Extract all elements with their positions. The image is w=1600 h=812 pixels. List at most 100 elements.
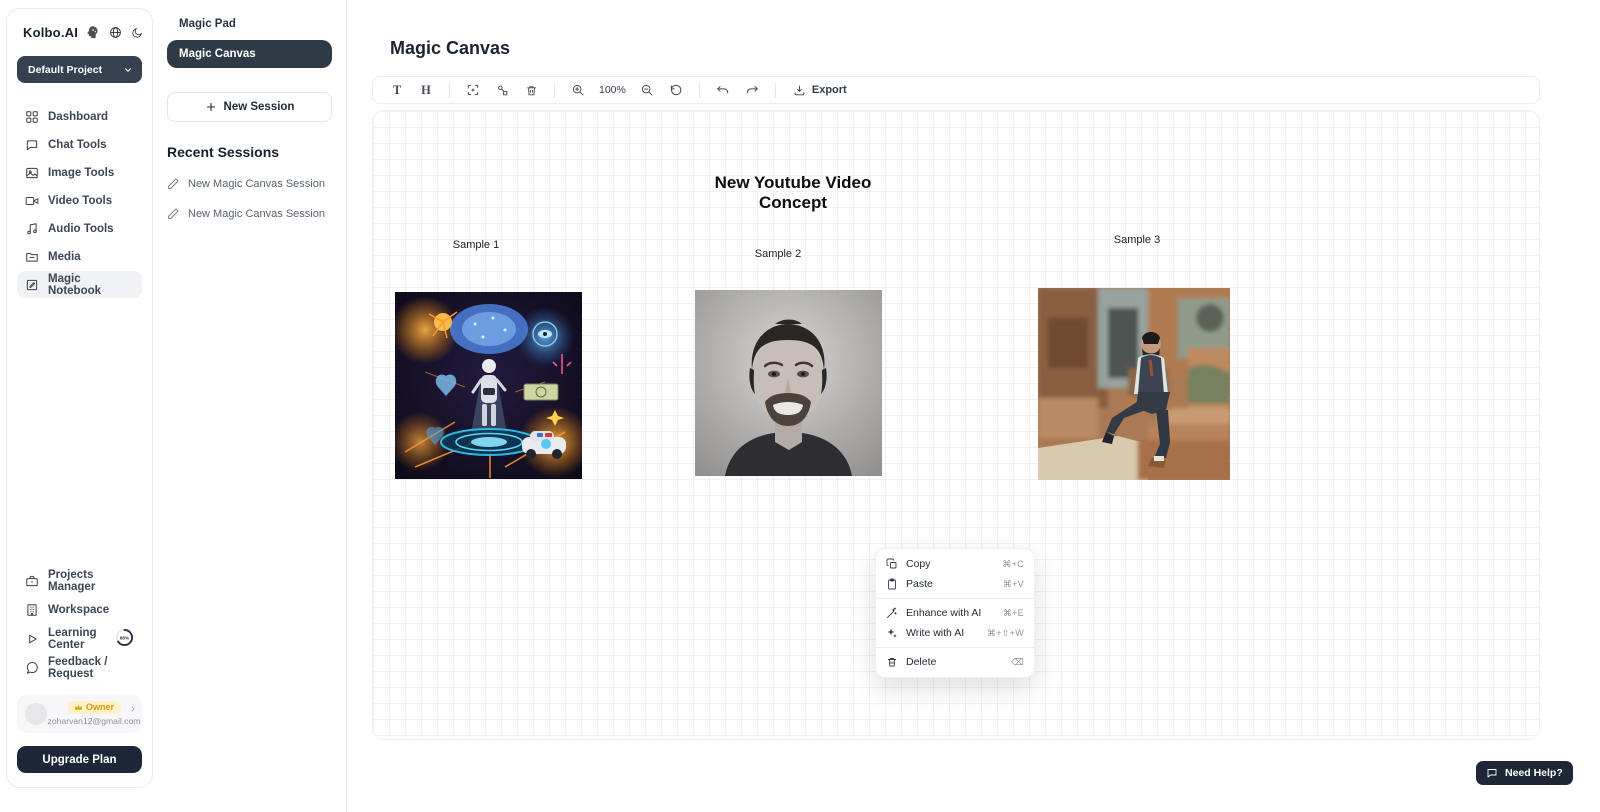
owner-badge: Owner (67, 701, 121, 714)
sidebar-item-audio-tools[interactable]: Audio Tools (17, 215, 142, 242)
menu-divider (876, 647, 1034, 648)
tab-magic-pad[interactable]: Magic Pad (167, 14, 332, 40)
sample-2-label[interactable]: Sample 2 (733, 248, 823, 260)
owner-badge-label: Owner (86, 702, 114, 712)
crown-icon (74, 703, 83, 712)
new-session-button[interactable]: New Session (167, 92, 332, 122)
upgrade-plan-button[interactable]: Upgrade Plan (17, 746, 142, 773)
undo-button[interactable] (711, 79, 735, 101)
menu-item-write-with-ai[interactable]: Write with AI ⌘+⇧+W (876, 623, 1034, 643)
sample-3-label[interactable]: Sample 3 (1092, 234, 1182, 246)
sidebar-item-media[interactable]: Media (17, 243, 142, 270)
sidebar-item-chat-tools[interactable]: Chat Tools (17, 131, 142, 158)
plus-icon (205, 101, 217, 113)
canvas-title-text[interactable]: New Youtube Video Concept (683, 173, 903, 213)
user-account-chip[interactable]: Owner zoharvan12@gmail.com (17, 695, 142, 733)
user-menu-chevron-icon (129, 705, 137, 713)
sidebar-item-image-tools[interactable]: Image Tools (17, 159, 142, 186)
project-selector[interactable]: Default Project (17, 56, 142, 83)
reset-view-button[interactable] (664, 79, 688, 101)
zoom-in-button[interactable] (566, 79, 590, 101)
toolbar-divider (775, 83, 776, 98)
context-menu: Copy ⌘+C Paste ⌘+V Enhance with AI ⌘+E W… (875, 548, 1035, 678)
zoom-in-icon (571, 83, 585, 97)
sample-1-label[interactable]: Sample 1 (431, 239, 521, 251)
building-icon (25, 603, 39, 617)
pencil-icon (167, 177, 180, 190)
project-selector-label: Default Project (28, 64, 102, 76)
sidebar-item-workspace[interactable]: Workspace (17, 596, 142, 623)
connector-icon (496, 84, 509, 97)
magic-wand-icon (886, 607, 898, 619)
dark-mode-button[interactable] (131, 27, 143, 39)
sidebar-item-label: Workspace (48, 604, 109, 616)
sidebar-nav: Dashboard Chat Tools Image Tools Video T… (17, 103, 142, 298)
menu-item-label: Paste (906, 578, 933, 590)
menu-item-paste[interactable]: Paste ⌘+V (876, 574, 1034, 594)
ai-select-button[interactable] (461, 79, 485, 101)
text-tool-button[interactable]: T (385, 79, 409, 101)
canvas-toolbar: T H 100% Export (372, 76, 1540, 104)
delete-tool-button[interactable] (519, 79, 543, 101)
zoom-level[interactable]: 100% (595, 84, 630, 96)
session-label: New Magic Canvas Session (188, 178, 325, 190)
video-camera-icon (25, 194, 39, 208)
sidebar-item-video-tools[interactable]: Video Tools (17, 187, 142, 214)
connector-tool-button[interactable] (490, 79, 514, 101)
briefcase-icon (25, 574, 39, 588)
text-tool-glyph: T (393, 83, 401, 98)
help-chat-icon (1486, 767, 1498, 779)
menu-item-label: Delete (906, 656, 936, 668)
sidebar-item-learning-center[interactable]: Learning Center 66% (17, 625, 142, 652)
menu-item-enhance-with-ai[interactable]: Enhance with AI ⌘+E (876, 603, 1034, 623)
clipboard-icon (886, 578, 898, 590)
sidebar-item-label: Image Tools (48, 167, 114, 179)
menu-shortcut: ⌘+V (1003, 579, 1024, 590)
brain-logo-icon (85, 25, 100, 40)
toolbar-divider (699, 83, 700, 98)
sidebar-item-label: Learning Center (48, 627, 104, 651)
dashboard-icon (25, 110, 39, 124)
canvas-image-sample-1[interactable] (395, 292, 582, 479)
canvas-image-sample-3[interactable] (1038, 288, 1230, 480)
export-button[interactable]: Export (787, 84, 853, 97)
session-list-item[interactable]: New Magic Canvas Session (167, 177, 332, 190)
sidebar-item-label: Chat Tools (48, 139, 107, 151)
sidebar-footer: Projects Manager Workspace Learning Cent… (17, 567, 142, 773)
undo-icon (716, 83, 730, 97)
redo-button[interactable] (740, 79, 764, 101)
sidebar-item-feedback-request[interactable]: Feedback / Request (17, 654, 142, 681)
music-note-icon (25, 222, 39, 236)
sidebar-item-dashboard[interactable]: Dashboard (17, 103, 142, 130)
toolbar-divider (554, 83, 555, 98)
sidebar-item-magic-notebook[interactable]: Magic Notebook (17, 271, 142, 298)
sidebar-item-label: Dashboard (48, 111, 108, 123)
pencil-icon (167, 207, 180, 220)
recent-sessions-heading: Recent Sessions (167, 144, 332, 160)
play-icon (25, 632, 39, 646)
sidebar-item-projects-manager[interactable]: Projects Manager (17, 567, 142, 594)
canvas-image-sample-2[interactable] (695, 290, 882, 476)
heading-tool-button[interactable]: H (414, 79, 438, 101)
zoom-out-button[interactable] (635, 79, 659, 101)
feedback-bubble-icon (25, 661, 39, 675)
new-session-label: New Session (224, 101, 295, 113)
sidebar-item-label: Media (48, 251, 81, 263)
tab-magic-canvas[interactable]: Magic Canvas (167, 40, 332, 68)
sidebar-item-label: Feedback / Request (48, 656, 134, 680)
avatar (25, 703, 47, 725)
menu-item-delete[interactable]: Delete ⌫ (876, 652, 1034, 672)
menu-shortcut: ⌘+E (1003, 608, 1024, 619)
page-title: Magic Canvas (390, 38, 510, 59)
menu-divider (876, 598, 1034, 599)
chevron-down-icon (123, 65, 133, 75)
menu-item-label: Enhance with AI (906, 607, 981, 619)
sidebar-item-label: Magic Notebook (48, 273, 134, 297)
globe-icon (109, 26, 122, 39)
trash-icon (525, 84, 538, 97)
need-help-button[interactable]: Need Help? (1476, 761, 1573, 785)
language-globe-button[interactable] (109, 26, 122, 39)
menu-item-copy[interactable]: Copy ⌘+C (876, 554, 1034, 574)
session-list-item[interactable]: New Magic Canvas Session (167, 207, 332, 220)
ai-select-icon (466, 83, 480, 97)
